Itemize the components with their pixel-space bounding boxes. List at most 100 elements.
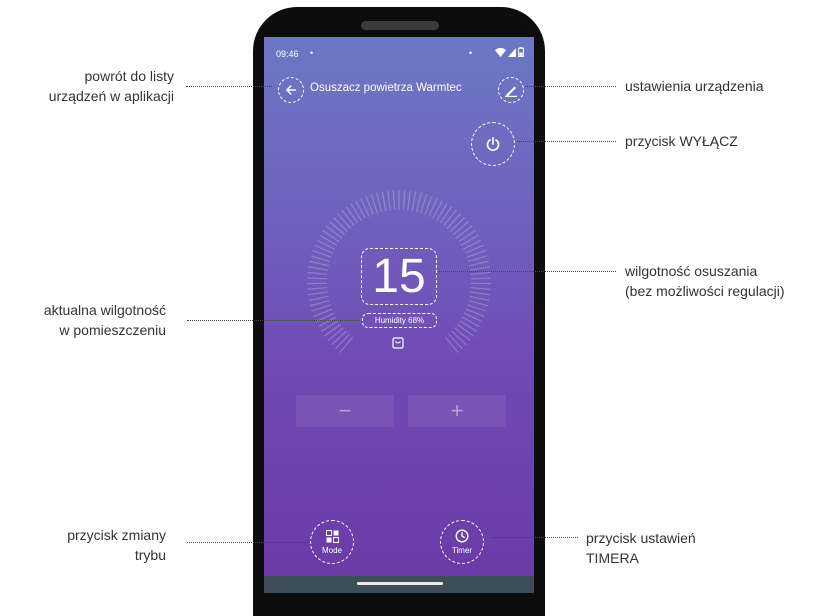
dial-tick: [455, 225, 473, 239]
mode-label: Mode: [321, 545, 342, 555]
dial-tick: [308, 266, 329, 271]
dial-tick: [345, 206, 359, 224]
dial-tick: [439, 206, 453, 224]
timer-button[interactable]: Timer: [440, 520, 484, 564]
dial-tick: [468, 300, 489, 307]
dial-tick: [321, 320, 339, 332]
callout-current-line2: w pomieszczeniu: [59, 322, 166, 338]
status-dot-left: •: [310, 48, 314, 58]
timer-label: Timer: [451, 546, 473, 555]
dial-tick: [470, 291, 491, 296]
dial-tick: [376, 192, 383, 213]
dial-tick: [470, 277, 491, 280]
leader-settings: [525, 86, 616, 87]
current-humidity-label: Humidity 68%: [374, 316, 425, 325]
dial-tick: [307, 277, 328, 280]
dial-tick: [318, 316, 337, 328]
dial-tick: [381, 191, 387, 212]
dial-tick: [461, 316, 480, 328]
dial-tick: [307, 271, 328, 276]
dial-tick: [449, 217, 466, 232]
dial-tick: [452, 221, 469, 236]
edit-device-button[interactable]: [498, 77, 524, 103]
dial-tick: [451, 330, 467, 346]
callout-current-line1: aktualna wilgotność: [43, 302, 166, 318]
callout-back-line2: urządzeń w aplikacji: [48, 88, 174, 104]
target-humidity-display: 15: [361, 248, 437, 305]
minus-label: −: [338, 398, 352, 423]
arrow-left-icon: [286, 85, 297, 95]
dial-tick: [454, 327, 471, 342]
callout-back: powrót do listy urządzeń w aplikacji: [49, 66, 174, 106]
signal-icon: [508, 47, 516, 57]
dial-tick: [448, 333, 463, 350]
callout-dehumid-line2: (bez możliwości regulacji): [625, 283, 785, 299]
status-icons: [495, 47, 524, 57]
callout-timer: przycisk ustawień TIMERA: [586, 528, 696, 568]
dial-tick: [324, 323, 342, 337]
dial-tick: [339, 336, 354, 353]
callout-power: przycisk WYŁĄCZ: [625, 131, 738, 151]
leader-back: [186, 86, 272, 87]
dial-tick: [325, 225, 343, 239]
dial-tick: [469, 260, 489, 267]
leader-dehumid: [439, 271, 616, 272]
dial-tick: [309, 260, 329, 267]
power-icon: [486, 136, 500, 151]
dial-tick: [407, 190, 411, 211]
home-indicator[interactable]: [357, 582, 443, 585]
back-button[interactable]: [278, 77, 304, 103]
callout-mode-line2: trybu: [134, 547, 166, 563]
callout-power-line1: przycisk WYŁĄCZ: [625, 133, 738, 149]
dial-tick: [310, 255, 331, 263]
dial-tick: [341, 209, 355, 227]
dial-tick: [467, 255, 488, 263]
phone-frame: 09:46 • • Osuszacz powietrza Warmtec 15 …: [253, 7, 545, 616]
dial-tick: [336, 213, 352, 229]
dial-tick: [470, 271, 491, 276]
leader-timer: [492, 537, 578, 538]
increase-button[interactable]: +: [408, 395, 506, 427]
battery-icon: [518, 47, 524, 57]
mode-grid-icon: [325, 529, 339, 543]
dial-tick: [469, 266, 490, 271]
decrease-button[interactable]: −: [296, 395, 394, 427]
dial-tick: [387, 190, 391, 211]
dial-tick: [307, 287, 328, 290]
leader-power: [517, 141, 616, 142]
dial-tick: [460, 234, 479, 247]
phone-speaker: [361, 21, 439, 30]
status-time: 09:46: [276, 49, 299, 59]
dial-tick: [307, 291, 328, 296]
app-screen: 09:46 • • Osuszacz powietrza Warmtec 15 …: [264, 37, 534, 593]
dial-tick: [319, 234, 338, 247]
dial-tick: [415, 192, 422, 213]
target-humidity-value: 15: [372, 249, 426, 303]
device-title: Osuszacz powietrza Warmtec: [310, 82, 462, 94]
callout-timer-line2: TIMERA: [586, 550, 639, 566]
dial-tick: [329, 221, 346, 236]
dial-tick: [436, 203, 448, 221]
callout-current: aktualna wilgotność w pomieszczeniu: [44, 300, 166, 340]
power-button[interactable]: [471, 122, 515, 166]
status-dot-right: •: [469, 48, 473, 58]
dial-tick: [350, 203, 362, 221]
dial-tick: [469, 295, 490, 301]
callout-settings: ustawienia urządzenia: [625, 76, 764, 96]
dial-tick: [411, 191, 417, 212]
leader-current: [187, 320, 359, 321]
mode-button[interactable]: Mode: [310, 520, 354, 564]
dial-tick: [332, 217, 349, 232]
pencil-icon: [505, 86, 517, 97]
callout-back-line1: powrót do listy: [84, 68, 174, 84]
water-tank-icon: [392, 337, 404, 349]
dial-tick: [322, 230, 340, 243]
wifi-icon: [495, 47, 506, 57]
leader-mode: [187, 542, 308, 543]
callout-timer-line1: przycisk ustawień: [586, 530, 696, 546]
callout-mode: przycisk zmiany trybu: [67, 525, 166, 565]
dial-tick: [331, 330, 347, 346]
callout-dehumid: wilgotność osuszania (bez możliwości reg…: [625, 261, 785, 301]
dial-tick: [308, 295, 329, 301]
callout-dehumid-line1: wilgotność osuszania: [625, 263, 758, 279]
